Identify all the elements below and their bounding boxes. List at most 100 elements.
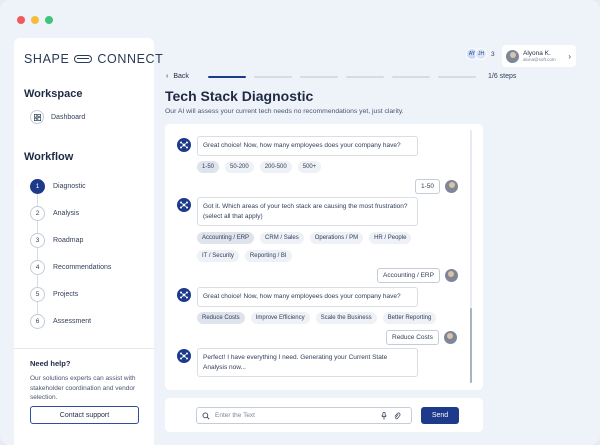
maximize-window-button[interactable] [45, 16, 53, 24]
bot-message: Perfect! I have everything I need. Gener… [197, 348, 418, 377]
option-chip[interactable]: HR / People [369, 232, 412, 244]
user-avatar [444, 269, 458, 282]
close-window-button[interactable] [17, 16, 25, 24]
bot-message: Great choice! Now, how many employees do… [197, 136, 418, 156]
logo-text-left: SHAPE [24, 52, 70, 66]
sidebar-step-roadmap[interactable]: 3 Roadmap [30, 227, 111, 254]
option-chips: Reduce Costs Improve Efficiency Scale th… [197, 312, 437, 324]
user-name: Alyona K. [523, 49, 551, 57]
user-avatar [443, 331, 457, 344]
option-chips: Accounting / ERP CRM / Sales Operations … [197, 232, 412, 244]
progress-segment [438, 76, 476, 78]
bot-avatar-icon [177, 288, 191, 302]
logo[interactable]: SHAPE CONNECT [24, 52, 163, 66]
sidebar-step-recommendations[interactable]: 4 Recommendations [30, 254, 111, 281]
progress-segment [346, 76, 384, 78]
sidebar-step-analysis[interactable]: 2 Analysis [30, 200, 111, 227]
chevron-right-icon: › [568, 51, 571, 61]
step-progress [208, 76, 476, 78]
option-chip[interactable]: Scale the Business [315, 312, 377, 324]
page-title: Tech Stack Diagnostic [165, 88, 314, 104]
option-chip[interactable]: 500+ [297, 161, 322, 173]
step-label: Roadmap [53, 237, 84, 244]
step-number: 4 [30, 260, 45, 275]
user-reply: 1-50 [415, 179, 459, 194]
logo-mark-icon [74, 55, 93, 63]
step-count: 1/6 steps [488, 73, 517, 80]
option-chip[interactable]: IT / Security [197, 250, 239, 262]
collaborator-count: 3 [491, 50, 495, 58]
sidebar-step-diagnostic[interactable]: 1 Diagnostic [30, 173, 111, 200]
window-controls [17, 16, 53, 24]
message-input[interactable] [215, 412, 375, 419]
back-button[interactable]: ‹ Back [166, 73, 189, 80]
app-window: SHAPE CONNECT Workspace Dashboard Workfl… [0, 0, 600, 445]
bot-message: Great choice! Now, how many employees do… [197, 287, 418, 307]
back-label: Back [173, 73, 189, 80]
user-reply: Reduce Costs [386, 330, 457, 345]
option-chip[interactable]: CRM / Sales [260, 232, 304, 244]
progress-segment [208, 76, 246, 78]
collaborators[interactable]: AY JH 3 [466, 48, 495, 60]
user-message: 1-50 [415, 179, 441, 194]
option-chip[interactable]: 1-50 [197, 161, 220, 173]
option-chips: 1-50 50-200 200-500 500+ [197, 161, 322, 173]
bot-avatar-icon [177, 138, 191, 152]
sidebar: SHAPE CONNECT Workspace Dashboard Workfl… [14, 38, 163, 445]
bot-avatar-icon [177, 198, 191, 212]
option-chip[interactable]: 50-200 [225, 161, 254, 173]
chevron-left-icon: ‹ [166, 73, 169, 80]
workspace-heading: Workspace [24, 88, 83, 100]
option-chip[interactable]: Operations / PM [309, 232, 364, 244]
step-label: Diagnostic [53, 183, 86, 190]
option-chip[interactable]: Reduce Costs [197, 312, 245, 324]
option-chip[interactable]: Better Reporting [382, 312, 437, 324]
step-number: 6 [30, 314, 45, 329]
user-reply: Accounting / ERP [377, 268, 458, 283]
user-menu[interactable]: Alyona K. alona@soft.com › [502, 45, 576, 67]
page-subtitle: Our AI will assess your current tech nee… [165, 108, 404, 115]
help-text: Our solutions experts can assist with st… [30, 375, 136, 401]
step-number: 3 [30, 233, 45, 248]
user-avatar [506, 49, 519, 63]
sidebar-step-projects[interactable]: 5 Projects [30, 281, 111, 308]
workflow-heading: Workflow [24, 151, 74, 163]
option-chip[interactable]: Improve Efficiency [250, 312, 310, 324]
option-chip[interactable]: Accounting / ERP [197, 232, 255, 244]
user-email: alona@soft.com [523, 56, 556, 62]
help-title: Need help? [30, 359, 71, 368]
workflow-steps: 1 Diagnostic 2 Analysis 3 Roadmap 4 Reco… [30, 173, 111, 335]
step-label: Analysis [53, 210, 80, 217]
chat-scrollbar-thumb[interactable] [470, 308, 472, 383]
user-message: Accounting / ERP [377, 268, 440, 283]
user-avatar [445, 180, 459, 193]
progress-segment [392, 76, 430, 78]
avatar: JH [475, 48, 487, 60]
option-chip[interactable]: Reporting / BI [244, 250, 292, 262]
step-label: Projects [53, 291, 79, 298]
attachment-icon[interactable] [393, 412, 401, 420]
bot-avatar-icon [177, 349, 191, 363]
logo-text-right: CONNECT [97, 52, 164, 66]
contact-support-button[interactable]: Contact support [30, 406, 139, 424]
message-input-container[interactable] [196, 407, 412, 424]
dashboard-icon [30, 110, 44, 124]
user-info: Alyona K. alona@soft.com [523, 50, 556, 63]
option-chip[interactable]: 200-500 [259, 161, 292, 173]
step-number: 5 [30, 287, 45, 302]
sidebar-item-label: Dashboard [51, 113, 86, 121]
microphone-icon[interactable] [380, 411, 388, 420]
progress-segment [300, 76, 338, 78]
minimize-window-button[interactable] [31, 16, 39, 24]
sidebar-item-dashboard[interactable]: Dashboard [30, 110, 85, 124]
send-button[interactable]: Send [421, 407, 459, 424]
step-label: Assessment [53, 318, 92, 325]
help-section: Need help? Our solutions experts can ass… [14, 348, 154, 403]
step-number: 2 [30, 206, 45, 221]
step-number: 1 [30, 179, 45, 194]
bot-message: Got it. Which areas of your tech stack a… [197, 197, 418, 226]
sidebar-step-assessment[interactable]: 6 Assessment [30, 308, 111, 335]
progress-segment [254, 76, 292, 78]
search-icon [202, 412, 210, 420]
user-message: Reduce Costs [386, 330, 439, 345]
